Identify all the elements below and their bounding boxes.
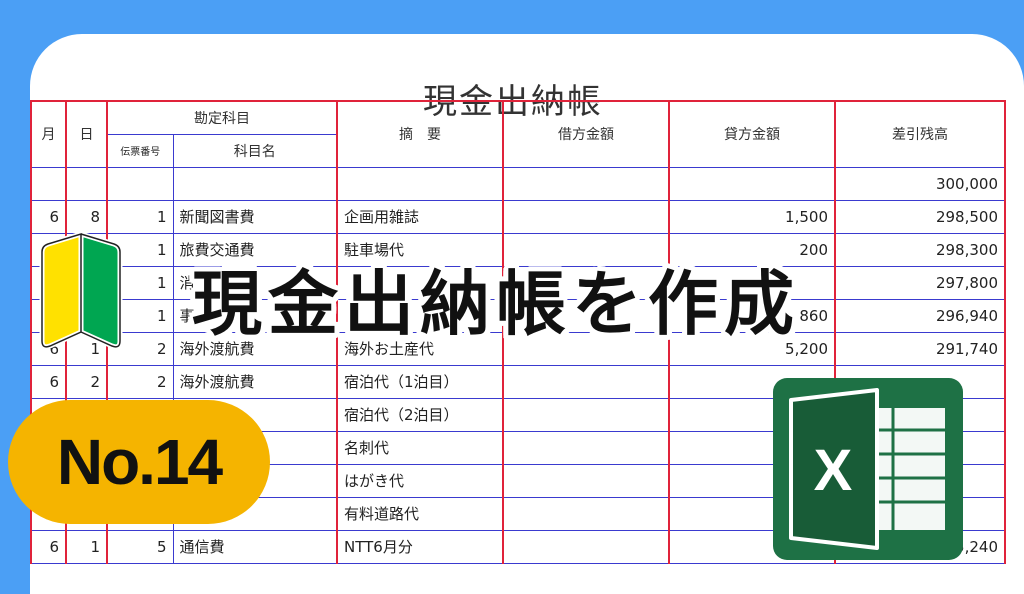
ledger-row: 300,000: [30, 166, 1006, 201]
cell-balance: 300,000: [834, 166, 1006, 201]
cell-debit: [502, 199, 670, 234]
cell-description: 宿泊代（1泊目）: [336, 364, 504, 399]
header-day: 日: [65, 100, 108, 168]
cell-day: 1: [65, 529, 108, 564]
shoshinsha-mark-icon: [39, 231, 123, 348]
cell-slip-no: [106, 166, 174, 201]
cell-description: 有料道路代: [336, 496, 504, 531]
cell-credit: 1,500: [668, 199, 836, 234]
cell-day: 2: [65, 364, 108, 399]
header-balance: 差引残高: [834, 100, 1006, 168]
episode-number: No.14: [56, 426, 223, 498]
cell-description: [336, 166, 504, 201]
episode-badge: No.14: [8, 400, 270, 524]
cell-account: 通信費: [172, 529, 338, 564]
cell-slip-no: 2: [106, 364, 174, 399]
cell-account: 海外渡航費: [172, 364, 338, 399]
cell-day: [65, 166, 108, 201]
excel-logo-icon: X: [773, 378, 963, 560]
cell-credit: [668, 166, 836, 201]
header-debit: 借方金額: [502, 100, 670, 168]
header-description: 摘 要: [336, 100, 504, 168]
cell-month: 6: [30, 529, 67, 564]
cell-account: 新聞図書費: [172, 199, 338, 234]
cell-debit: [502, 364, 670, 399]
cell-month: [30, 166, 67, 201]
cell-balance: 298,500: [834, 199, 1006, 234]
cell-description: はがき代: [336, 463, 504, 498]
cell-month: 6: [30, 364, 67, 399]
header-slip-no: 伝票番号: [106, 133, 174, 168]
header-account-name: 科目名: [172, 133, 338, 168]
cell-debit: [502, 463, 670, 498]
cell-slip-no: 5: [106, 529, 174, 564]
header-credit: 貸方金額: [668, 100, 836, 168]
excel-logo-letter: X: [814, 438, 853, 503]
cell-debit: [502, 397, 670, 432]
cell-description: 宿泊代（2泊目）: [336, 397, 504, 432]
header-month: 月: [30, 100, 67, 168]
cell-description: 企画用雑誌: [336, 199, 504, 234]
cell-debit: [502, 496, 670, 531]
cell-description: NTT6月分: [336, 529, 504, 564]
cell-debit: [502, 430, 670, 465]
cell-description: 名刺代: [336, 430, 504, 465]
cell-debit: [502, 166, 670, 201]
banner-title: 現金出納帳を作成: [192, 263, 800, 345]
cell-account: [172, 166, 338, 201]
cell-debit: [502, 529, 670, 564]
ledger-row: 6 8 1 新聞図書費 企画用雑誌 1,500 298,500: [30, 199, 1006, 234]
header-account-group: 勘定科目: [106, 100, 338, 135]
